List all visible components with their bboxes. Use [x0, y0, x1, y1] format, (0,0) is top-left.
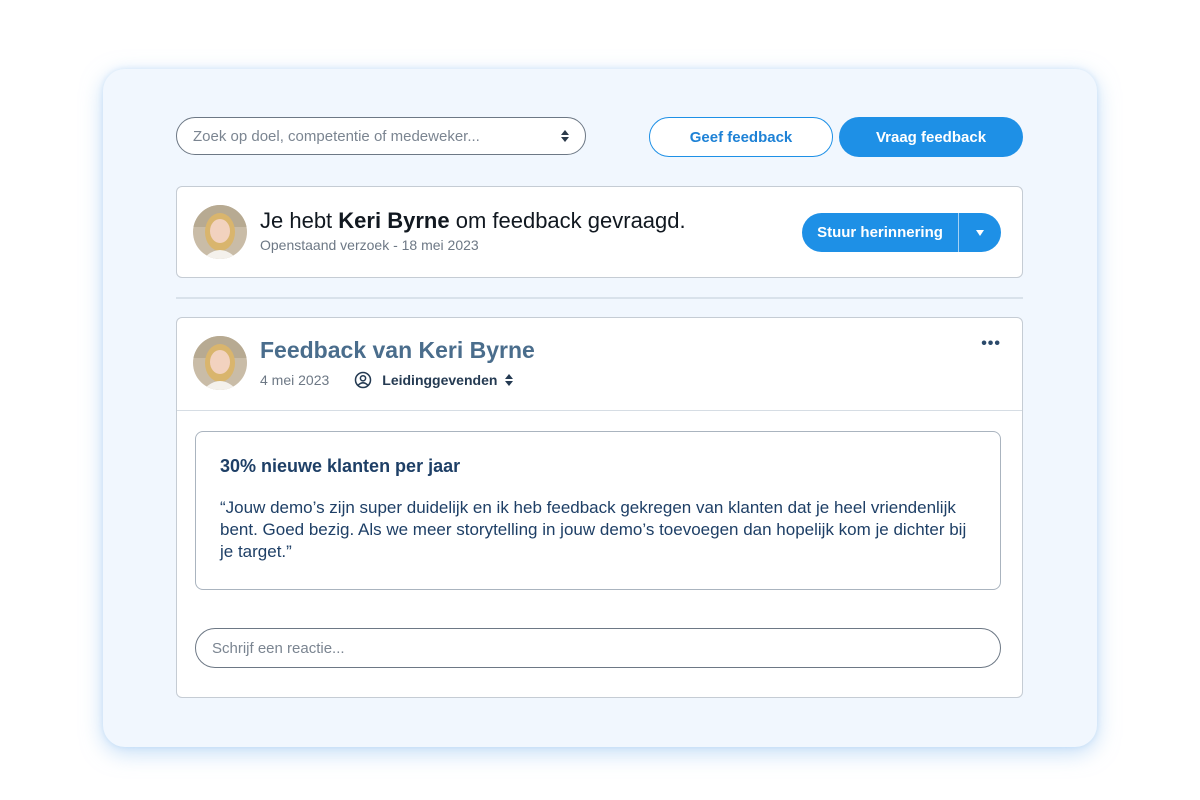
sort-icon	[561, 130, 569, 142]
visibility-select[interactable]: Leidinggevenden	[354, 371, 514, 389]
avatar	[193, 336, 247, 390]
card-divider	[177, 410, 1022, 411]
request-name: Keri Byrne	[338, 208, 450, 233]
request-title-prefix: Je hebt	[260, 208, 333, 233]
feedback-date: 4 mei 2023	[260, 372, 330, 388]
reply-input[interactable]: Schrijf een reactie...	[195, 628, 1001, 668]
feedback-request-card: Je hebt Keri Byrne om feedback gevraagd.…	[176, 186, 1023, 278]
request-title-suffix: om feedback gevraagd.	[455, 208, 686, 233]
avatar	[193, 205, 247, 259]
give-feedback-button[interactable]: Geef feedback	[649, 117, 833, 157]
visibility-label: Leidinggevenden	[382, 372, 498, 388]
more-icon[interactable]: •••	[981, 336, 1001, 352]
section-divider	[176, 297, 1023, 299]
send-reminder-button[interactable]: Stuur herinnering	[802, 213, 958, 252]
search-placeholder: Zoek op doel, competentie of medeweker..…	[193, 127, 480, 145]
ask-feedback-button[interactable]: Vraag feedback	[839, 117, 1023, 157]
search-select[interactable]: Zoek op doel, competentie of medeweker..…	[176, 117, 586, 155]
feedback-quote: “Jouw demo’s zijn super duidelijk en ik …	[220, 498, 967, 561]
reminder-options-button[interactable]	[959, 213, 1001, 252]
feedback-title: Feedback van Keri Byrne	[260, 337, 535, 363]
request-subtitle: Openstaand verzoek - 18 mei 2023	[260, 237, 479, 253]
request-title: Je hebt Keri Byrne om feedback gevraagd.	[260, 208, 686, 234]
chevron-down-icon	[976, 229, 984, 236]
goal-title: 30% nieuwe klanten per jaar	[220, 456, 461, 476]
user-circle-icon	[355, 371, 372, 389]
reply-placeholder: Schrijf een reactie...	[212, 639, 345, 657]
feedback-card: Feedback van Keri Byrne ••• 4 mei 2023 L…	[176, 317, 1023, 698]
sort-icon	[505, 374, 514, 386]
send-reminder-split-button: Stuur herinnering	[802, 213, 1001, 252]
goal-feedback-box: 30% nieuwe klanten per jaar “Jouw demo’s…	[195, 431, 1001, 590]
feedback-meta: 4 mei 2023 Leidinggevenden	[260, 371, 514, 389]
